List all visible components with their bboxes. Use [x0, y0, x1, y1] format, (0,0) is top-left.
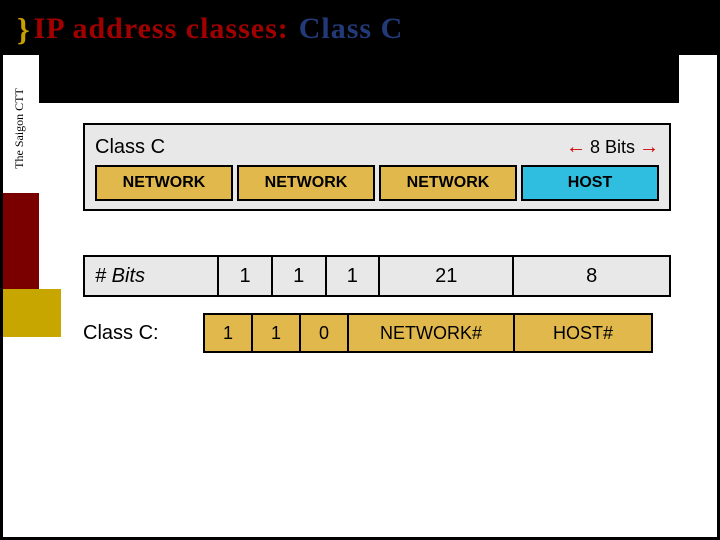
field-bit-2: 1: [251, 313, 299, 353]
octet-1: NETWORK: [95, 165, 233, 201]
bits-cell-1: 1: [218, 256, 272, 296]
bits-cell-2: 1: [272, 256, 326, 296]
bits-cell-4: 21: [379, 256, 513, 296]
sidebar-org-label: The Saigon CTT: [12, 88, 27, 169]
slide-title-bar: } IP address classes: Class C: [3, 3, 717, 55]
field-bit-1: 1: [203, 313, 251, 353]
octet-2: NETWORK: [237, 165, 375, 201]
field-bit-3: 0: [299, 313, 347, 353]
bits-span-text: 8 Bits: [590, 137, 635, 158]
classc-box: Class C ← 8 Bits → NETWORK NETWORK NETWO…: [83, 123, 671, 211]
field-network: NETWORK#: [347, 313, 513, 353]
classc-row-label: Class C:: [83, 322, 195, 345]
bits-table: # Bits 1 1 1 21 8: [83, 255, 671, 297]
brace-icon: }: [17, 11, 30, 48]
title-part-1: IP address classes:: [34, 12, 289, 46]
octet-row: NETWORK NETWORK NETWORK HOST: [95, 165, 659, 201]
bits-cell-3: 1: [326, 256, 380, 296]
slide: } IP address classes: Class C The Saigon…: [0, 0, 720, 540]
accent-red-block: [3, 193, 39, 289]
classc-box-title: Class C: [95, 136, 165, 159]
classc-diagram: Class C ← 8 Bits → NETWORK NETWORK NETWO…: [83, 123, 671, 353]
arrow-left-icon: ←: [566, 137, 586, 157]
title-part-2: Class C: [299, 12, 404, 46]
classc-fields-row: Class C: 1 1 0 NETWORK# HOST#: [83, 313, 671, 353]
field-host: HOST#: [513, 313, 653, 353]
accent-gold-block: [3, 289, 61, 337]
table-row: # Bits 1 1 1 21 8: [84, 256, 670, 296]
arrow-right-icon: →: [639, 137, 659, 157]
sidebar-org: The Saigon CTT: [9, 63, 29, 193]
classc-fields: 1 1 0 NETWORK# HOST#: [203, 313, 671, 353]
classc-box-header: Class C ← 8 Bits →: [95, 131, 659, 163]
octet-4: HOST: [521, 165, 659, 201]
bits-cell-5: 8: [513, 256, 670, 296]
bits-span-indicator: ← 8 Bits →: [566, 137, 659, 158]
bits-header-cell: # Bits: [84, 256, 218, 296]
header-underline: [39, 55, 679, 103]
octet-3: NETWORK: [379, 165, 517, 201]
